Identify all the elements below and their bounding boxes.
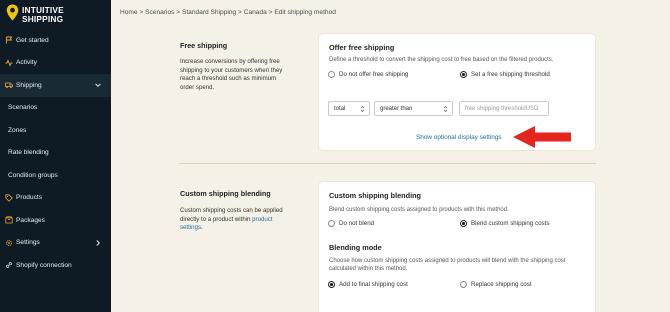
free-shipping-card-description: Define a threshold to convert the shippi… <box>329 57 554 63</box>
description-line: shipping to your customers when they <box>180 66 283 74</box>
radio-label: Do not blend <box>339 220 375 227</box>
description-line: Choose how custom shipping costs assigne… <box>329 258 566 264</box>
radio-button[interactable] <box>328 281 335 288</box>
radio-replace-shipping-cost[interactable]: Replace shipping cost <box>460 281 532 288</box>
free-shipping-section-title: Free shipping <box>180 41 228 50</box>
chevron-right-icon <box>96 239 101 246</box>
radio-blend-custom-costs[interactable]: Blend custom shipping costs <box>460 220 549 227</box>
section-divider <box>179 163 596 164</box>
location-pin-icon <box>6 4 19 21</box>
sidebar-item-condition-groups[interactable]: Condition groups <box>0 164 111 187</box>
description-line: reach a threshold such as minimum <box>180 75 277 83</box>
settings-link[interactable]: settings <box>180 224 201 231</box>
description-line: Custom shipping costs can be applied <box>180 207 283 216</box>
radio-free-shipping-threshold[interactable]: Set a free shipping threshold <box>460 71 550 78</box>
sidebar-item-label: Settings <box>16 239 40 247</box>
radio-button[interactable] <box>328 220 335 227</box>
radio-no-free-shipping[interactable]: Do not offer free shipping <box>328 71 408 78</box>
activity-icon <box>5 59 13 67</box>
tag-icon <box>5 194 13 202</box>
sidebar-item-label: Scenarios <box>8 104 38 112</box>
radio-button[interactable] <box>460 281 467 288</box>
radio-label: Blend custom shipping costs <box>471 220 550 227</box>
blending-card: Custom shipping blending Blend custom sh… <box>318 181 596 312</box>
product-link[interactable]: product <box>252 216 272 223</box>
annotation-arrow-icon <box>513 126 571 148</box>
sidebar-item-label: Shipping <box>16 81 42 89</box>
sidebar-item-zones[interactable]: Zones <box>0 119 111 142</box>
sidebar-item-activity[interactable]: Activity <box>0 52 111 75</box>
gear-icon <box>6 239 12 246</box>
radio-add-to-final-cost[interactable]: Add to final shipping cost <box>328 281 408 288</box>
blending-mode-title: Blending mode <box>329 243 382 252</box>
description-text: . <box>201 224 203 232</box>
radio-button[interactable] <box>460 71 467 78</box>
filter-operator-select[interactable]: greater than <box>374 101 453 116</box>
brand-logo[interactable]: INTUITIVE SHIPPING <box>6 4 106 26</box>
sidebar-item-packages[interactable]: Packages <box>0 209 111 232</box>
flag-icon <box>6 36 13 44</box>
truck-icon <box>5 82 13 89</box>
radio-label: Do not offer free shipping <box>339 71 409 78</box>
sidebar-item-shopify-connection[interactable]: Shopify connection <box>0 254 111 277</box>
sidebar-item-scenarios[interactable]: Scenarios <box>0 97 111 120</box>
chevron-down-icon <box>95 83 101 88</box>
sidebar-item-get-started[interactable]: Get started <box>0 29 111 52</box>
description-line: calculated within this method. <box>329 266 408 272</box>
free-shipping-card-title: Offer free shipping <box>329 43 395 52</box>
sidebar-item-label: Rate blending <box>8 149 49 157</box>
select-arrows-icon <box>443 106 448 112</box>
currency-suffix: USD <box>525 105 539 112</box>
sidebar-nav: Get started Activity Shipping Scenarios … <box>0 29 111 277</box>
select-value: greater than <box>380 105 413 112</box>
description-text: Custom shipping costs can be applied <box>180 207 283 214</box>
brand-name-line2: SHIPPING <box>22 14 64 24</box>
radio-label: Add to final shipping cost <box>339 281 408 288</box>
sidebar-item-label: Get started <box>16 36 49 44</box>
description-text: directly to a product within <box>180 215 251 223</box>
description-line: order spend. <box>180 83 215 91</box>
free-shipping-section-description: Increase conversions by offering free sh… <box>180 58 282 92</box>
radio-label: Replace shipping cost <box>471 281 532 288</box>
sidebar-item-settings[interactable]: Settings <box>0 232 111 255</box>
sidebar-item-label: Condition groups <box>8 171 58 179</box>
sidebar-item-label: Packages <box>16 216 45 224</box>
input-placeholder: free shipping threshold <box>465 105 526 112</box>
select-arrows-icon <box>360 106 365 112</box>
threshold-input[interactable]: free shipping threshold USD <box>459 101 549 116</box>
sidebar-item-label: Products <box>16 194 43 202</box>
sidebar-item-label: Zones <box>8 126 27 134</box>
breadcrumb[interactable]: Home > Scenarios > Standard Shipping > C… <box>120 9 336 16</box>
description-line: settings. <box>180 224 283 233</box>
sidebar-item-shipping[interactable]: Shipping <box>0 74 111 97</box>
sidebar-item-products[interactable]: Products <box>0 187 111 210</box>
sidebar: INTUITIVE SHIPPING Get started Activity … <box>0 0 111 312</box>
radio-label: Set a free shipping threshold <box>471 71 550 78</box>
radio-button[interactable] <box>460 220 467 227</box>
radio-do-not-blend[interactable]: Do not blend <box>328 220 374 227</box>
radio-button[interactable] <box>328 71 335 78</box>
filter-field-select[interactable]: total <box>328 101 370 116</box>
link-icon <box>6 262 12 269</box>
package-icon <box>5 216 13 224</box>
sidebar-item-label: Activity <box>16 59 37 67</box>
description-line: Increase conversions by offering free <box>180 58 280 65</box>
blending-card-description: Blend custom shipping costs assigned to … <box>329 207 509 213</box>
description-line: directly to a product within product <box>180 216 283 225</box>
show-optional-display-settings-link[interactable]: Show optional display settings <box>416 134 502 141</box>
select-value: total <box>334 105 346 112</box>
sidebar-item-rate-blending[interactable]: Rate blending <box>0 142 111 165</box>
sidebar-item-label: Shopify connection <box>16 261 72 269</box>
blending-section-description: Custom shipping costs can be applied dir… <box>180 207 283 233</box>
blending-card-title: Custom shipping blending <box>329 191 422 200</box>
blending-section-title: Custom shipping blending <box>180 189 271 198</box>
blending-mode-description: Choose how custom shipping costs assigne… <box>329 257 565 273</box>
